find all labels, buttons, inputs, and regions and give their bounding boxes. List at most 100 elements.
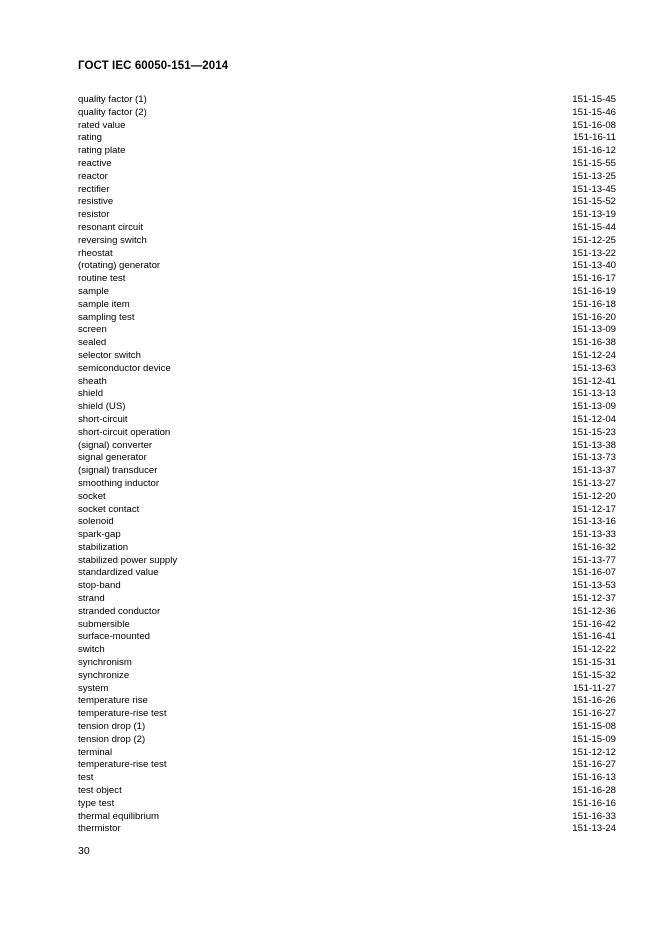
entry-term: temperature-rise test [78,759,167,771]
entry-reference: 151-16-16 [572,797,616,809]
entry-term: selector switch [78,349,141,361]
index-entry: selector switch 151-12-24 [78,350,616,363]
entry-reference: 151-16-12 [572,145,616,157]
entry-term: smoothing inductor [78,477,160,489]
index-entry: socket contact 151-12-17 [78,504,616,517]
entry-reference: 151-12-24 [572,349,616,361]
entry-term: surface-mounted [78,631,150,643]
index-entry: semiconductor device 151-13-63 [78,363,616,376]
index-entry: test object 151-16-28 [78,785,616,798]
entry-reference: 151-13-19 [572,209,616,221]
entry-term: resonant circuit [78,221,144,233]
entry-reference: 151-11-27 [572,682,616,694]
entry-term: sealed [78,337,107,349]
entry-reference: 151-13-53 [572,580,616,592]
index-entry: standardized value 151-16-07 [78,567,616,580]
entry-reference: 151-13-33 [572,529,616,541]
entry-term: shield (US) [78,401,126,413]
index-entry: temperature-rise test 151-16-27 [78,759,616,772]
entry-reference: 151-16-18 [572,298,616,310]
entry-reference: 151-16-42 [572,618,616,630]
entry-reference: 151-15-45 [572,94,616,105]
entry-reference: 151-12-20 [572,490,616,502]
entry-reference: 151-13-77 [572,554,616,566]
entry-term: quality factor (1) [78,94,147,105]
entry-term: test [78,772,94,784]
index-entry: (signal) converter 151-13-38 [78,440,616,453]
index-entry: (rotating) generator 151-13-40 [78,260,616,273]
index-entry: short-circuit operation 151-15-23 [78,427,616,440]
entry-term: sample [78,285,109,297]
index-entry: stabilized power supply 151-13-77 [78,555,616,568]
index-entry: rheostat 151-13-22 [78,248,616,261]
entry-reference: 151-12-41 [572,375,616,387]
entry-reference: 151-13-38 [572,439,616,451]
entry-reference: 151-16-26 [572,695,616,707]
entry-reference: 151-12-12 [572,746,616,758]
entry-reference: 151-12-17 [572,503,616,515]
entry-reference: 151-16-11 [572,132,616,144]
entry-term: (signal) transducer [78,465,158,477]
index-entry: resonant circuit 151-15-44 [78,222,616,235]
entry-term: test object [78,785,122,797]
entry-term: rating plate [78,145,126,157]
entry-term: stabilization [78,541,129,553]
index-entry: sealed 151-16-38 [78,337,616,350]
entry-reference: 151-12-22 [572,644,616,656]
entry-reference: 151-16-33 [572,810,616,822]
index-entry: switch 151-12-22 [78,644,616,657]
entry-term: reactor [78,170,108,182]
entry-reference: 151-13-16 [572,516,616,528]
entry-term: sheath [78,375,107,387]
entry-term: tension drop (1) [78,721,146,733]
entry-reference: 151-16-38 [572,337,616,349]
index-entry: short-circuit 151-12-04 [78,414,616,427]
index-entry: temperature rise 151-16-26 [78,695,616,708]
index-entry: sample 151-16-19 [78,286,616,299]
index-entry: surface-mounted 151-16-41 [78,631,616,644]
entry-term: stop-band [78,580,121,592]
page-number: 30 [78,845,90,857]
index-entry: shield (US) 151-13-09 [78,401,616,414]
index-entry: type test 151-16-16 [78,798,616,811]
entry-term: synchronism [78,657,132,669]
entry-term: (rotating) generator [78,260,161,272]
index-entry: sample item 151-16-18 [78,299,616,312]
index-entry: thermistor 151-13-24 [78,823,616,836]
entry-term: tension drop (2) [78,733,146,745]
index-entry: resistive 151-15-52 [78,196,616,209]
entry-term: submersible [78,618,130,630]
index-entry: stranded conductor 151-12-36 [78,606,616,619]
index-entry: spark-gap 151-13-33 [78,529,616,542]
entry-term: shield [78,388,104,400]
entry-term: socket [78,490,106,502]
index-entry: sheath 151-12-41 [78,376,616,389]
index-entry: routine test 151-16-17 [78,273,616,286]
entry-reference: 151-13-40 [572,260,616,272]
index-entry: rating 151-16-11 [78,132,616,145]
entry-term: terminal [78,746,113,758]
entry-reference: 151-13-27 [572,477,616,489]
entry-term: screen [78,324,107,336]
entry-reference: 151-13-63 [572,362,616,374]
index-entry: rated value 151-16-08 [78,120,616,133]
entry-reference: 151-16-27 [572,759,616,771]
index-entry: synchronize 151-15-32 [78,670,616,683]
index-entry: tension drop (1) 151-15-08 [78,721,616,734]
entry-term: rheostat [78,247,113,259]
entry-reference: 151-16-13 [572,772,616,784]
entry-reference: 151-15-32 [572,669,616,681]
entry-term: (signal) converter [78,439,153,451]
index-entry: resistor 151-13-19 [78,209,616,222]
entry-reference: 151-13-24 [572,823,616,835]
index-entry: sampling test 151-16-20 [78,312,616,325]
entry-reference: 151-15-46 [572,106,616,118]
index-entry: temperature-rise test 151-16-27 [78,708,616,721]
index-entry: strand 151-12-37 [78,593,616,606]
index-entry: system 151-11-27 [78,683,616,696]
entry-reference: 151-15-55 [572,157,616,169]
entry-term: rectifier [78,183,110,195]
entry-reference: 151-16-32 [572,541,616,553]
entry-term: temperature rise [78,695,148,707]
entry-reference: 151-12-04 [572,413,616,425]
